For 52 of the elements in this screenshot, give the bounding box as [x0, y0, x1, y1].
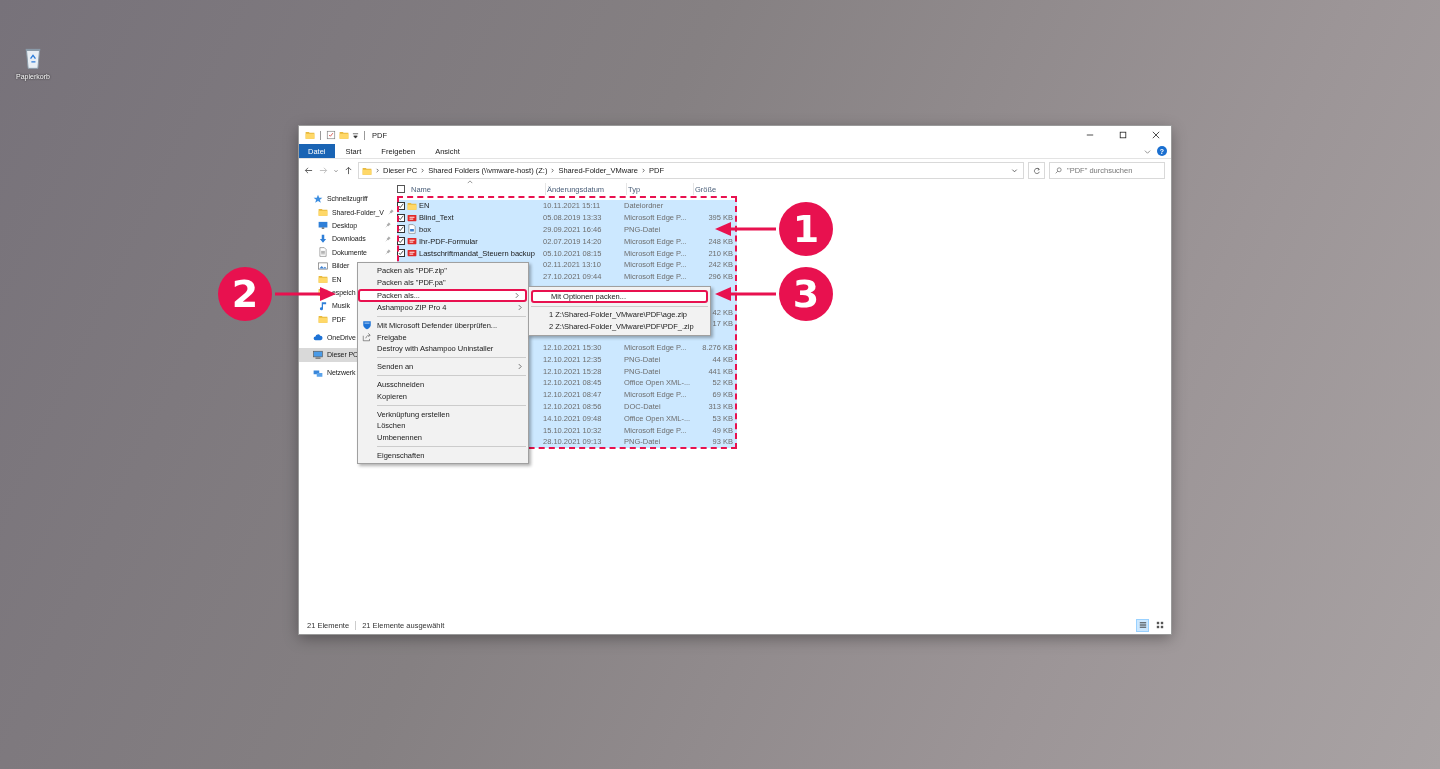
- share-icon: [362, 332, 372, 343]
- computer-icon: [313, 350, 323, 360]
- list-view-icon: [1138, 621, 1147, 629]
- grid-view-icon: [1155, 621, 1164, 629]
- chevron-down-icon[interactable]: [1011, 167, 1018, 174]
- refresh-icon: [1032, 166, 1041, 175]
- dropdown-icon[interactable]: [352, 131, 359, 139]
- sort-caret-icon: [467, 180, 473, 184]
- shield-icon: [362, 320, 372, 331]
- row-checkbox[interactable]: [397, 237, 405, 246]
- breadcrumb-chevron-icon[interactable]: [375, 167, 380, 174]
- cloud-icon: [313, 332, 323, 343]
- pin-icon: [385, 249, 391, 256]
- folder-icon: [318, 314, 328, 325]
- row-checkbox[interactable]: [397, 225, 405, 234]
- breadcrumb-chevron-icon[interactable]: [641, 167, 646, 174]
- details-view-button[interactable]: [1137, 619, 1148, 631]
- refresh-button[interactable]: [1028, 162, 1045, 179]
- close-icon: [1152, 131, 1160, 139]
- row-checkbox[interactable]: [397, 249, 405, 258]
- callout-badge: 2: [218, 267, 272, 321]
- folder-icon: [318, 207, 328, 218]
- picture-icon: [318, 260, 328, 271]
- folder-icon: [407, 200, 417, 211]
- minimize-icon: [1086, 131, 1094, 139]
- folder-icon: [362, 165, 372, 176]
- back-arrow-icon[interactable]: [304, 166, 313, 175]
- folder-icon: [318, 274, 328, 285]
- pin-icon: [385, 235, 391, 242]
- row-checkbox[interactable]: [397, 213, 405, 222]
- pdf-file-icon: [407, 212, 417, 223]
- properties-icon[interactable]: [326, 130, 336, 140]
- up-arrow-icon[interactable]: [344, 166, 353, 175]
- pin-icon: [385, 222, 391, 229]
- large-icons-view-button[interactable]: [1154, 619, 1165, 631]
- chevron-down-icon[interactable]: [1144, 147, 1151, 155]
- search-icon: [1055, 167, 1062, 174]
- image-file-icon: [407, 224, 417, 235]
- breadcrumb-chevron-icon[interactable]: [550, 167, 556, 174]
- select-all-checkbox[interactable]: [397, 185, 405, 193]
- music-note-icon: [318, 300, 328, 311]
- maximize-icon: [1119, 131, 1127, 139]
- pin-icon: [387, 209, 394, 216]
- document-icon: [318, 247, 328, 258]
- pdf-file-icon: [407, 248, 417, 259]
- star-icon: [313, 193, 323, 204]
- download-icon: [318, 233, 328, 244]
- monitor-icon: [318, 220, 328, 231]
- chevron-down-icon[interactable]: [333, 167, 339, 174]
- row-checkbox[interactable]: [397, 201, 405, 210]
- breadcrumb-chevron-icon[interactable]: [420, 167, 426, 174]
- pdf-file-icon: [407, 236, 417, 247]
